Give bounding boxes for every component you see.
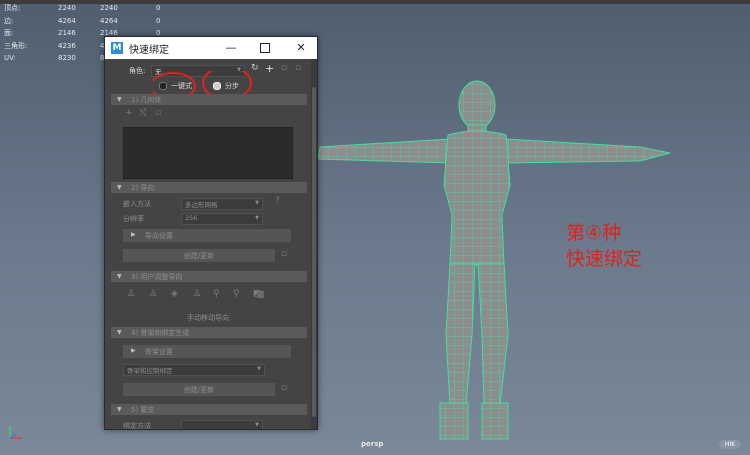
chevron-down-icon: ▼ (255, 200, 259, 206)
section-geometry[interactable]: ▼ 1) 几何体 (111, 94, 307, 105)
guide-tool-icon[interactable]: ⚲ (233, 289, 240, 299)
delete-skeleton-icon[interactable]: ▫ (281, 383, 287, 393)
maya-app-icon: M (111, 42, 123, 54)
chevron-down-icon: ▼ (255, 215, 259, 221)
axis-gizmo-icon (9, 426, 22, 439)
guide-tool-icon[interactable]: ♙ (127, 289, 135, 299)
delete-guides-icon[interactable]: ▫ (281, 249, 287, 259)
chevron-down-icon: ▼ (117, 96, 122, 103)
scrollbar-thumb[interactable] (312, 87, 316, 417)
bind-method-dropdown[interactable]: ▼ (181, 420, 263, 429)
guide-settings-toggle[interactable]: ▶ 导向设置 (123, 229, 291, 242)
close-button[interactable]: ✕ (292, 39, 310, 57)
red-circle-annotation (153, 71, 252, 100)
create-update-button[interactable]: 创建/更新 (123, 249, 275, 262)
chevron-down-icon: ▼ (117, 273, 122, 280)
embed-method-label: 嵌入方法 (123, 200, 151, 208)
skeleton-control-dropdown[interactable]: 骨架和控制绑定 ▼ (123, 364, 265, 376)
dialog-titlebar[interactable]: M 快速绑定 — ✕ (105, 37, 317, 59)
chevron-right-icon: ▶ (131, 347, 136, 354)
resolution-label: 分辨率 (123, 215, 144, 223)
delete-icon[interactable]: ▫ (295, 63, 301, 73)
chevron-down-icon: ▼ (117, 406, 122, 413)
chevron-down-icon: ▼ (117, 329, 122, 336)
chevron-right-icon: ▶ (131, 231, 136, 238)
skeleton-settings-toggle[interactable]: ▶ 骨架设置 (123, 345, 291, 358)
guide-color-swatch[interactable] (257, 291, 264, 298)
minimize-button[interactable]: — (222, 39, 240, 57)
select-geometry-icon[interactable]: ⤭ (139, 108, 146, 118)
save-icon[interactable]: ▫ (281, 63, 287, 73)
geometry-list[interactable] (123, 127, 293, 179)
chevron-down-icon: ▼ (257, 366, 261, 372)
dialog-content: 角色: 无 ▼ ↻ + ▫ ▫ 一键式 分步 ▼ 1) 几何体 + ⤭ ▫ ▼ 2)… (105, 59, 311, 429)
resolution-dropdown[interactable]: 256 ▼ (181, 213, 263, 225)
manual-move-guides-label: 手动移动导向 (187, 314, 229, 322)
dialog-title: 快速绑定 (129, 45, 169, 56)
red-annotation: 第④种 快速绑定 (566, 222, 643, 270)
dialog-scrollbar[interactable] (311, 59, 317, 429)
section-skeleton[interactable]: ▼ 4) 骨架和绑定生成 (111, 327, 307, 338)
hud-badge[interactable]: HIK (719, 440, 741, 449)
quick-rig-dialog: M 快速绑定 — ✕ 角色: 无 ▼ ↻ + ▫ ▫ 一键式 分步 ▼ 1) 几何… (104, 36, 318, 430)
guide-tool-icon[interactable]: ⚲ (213, 289, 220, 299)
embed-method-dropdown[interactable]: 多边形网格 ▼ (181, 198, 263, 210)
add-icon[interactable]: + (265, 62, 274, 75)
guide-tool-icon[interactable]: ♙ (193, 289, 201, 299)
maximize-button[interactable] (256, 39, 274, 57)
create-update-button-2[interactable]: 创建/更新 (123, 383, 275, 396)
clear-geometry-icon[interactable]: ▫ (155, 108, 161, 118)
hud-row: 边: 4264 4264 0 (4, 16, 161, 25)
maximize-icon (260, 43, 270, 53)
bind-method-label: 绑定方法 (123, 422, 151, 429)
hud-row: 顶点: 2240 2240 0 (4, 4, 161, 12)
section-guides[interactable]: ▼ 2) 导向 (111, 182, 307, 193)
help-icon[interactable]: ? (275, 196, 280, 206)
camera-label: persp (361, 440, 384, 448)
add-geometry-icon[interactable]: + (125, 108, 133, 118)
chevron-down-icon: ▼ (117, 184, 122, 191)
character-label: 角色: (129, 67, 146, 75)
section-skinning[interactable]: ▼ 5) 蒙皮 (111, 404, 307, 415)
guide-tool-icon[interactable]: ♙ (149, 289, 157, 299)
chevron-down-icon: ▼ (255, 422, 259, 428)
guide-tool-icon[interactable]: ◈ (171, 289, 178, 299)
section-user-guides[interactable]: ▼ 3) 用户调整导向 (111, 271, 307, 282)
